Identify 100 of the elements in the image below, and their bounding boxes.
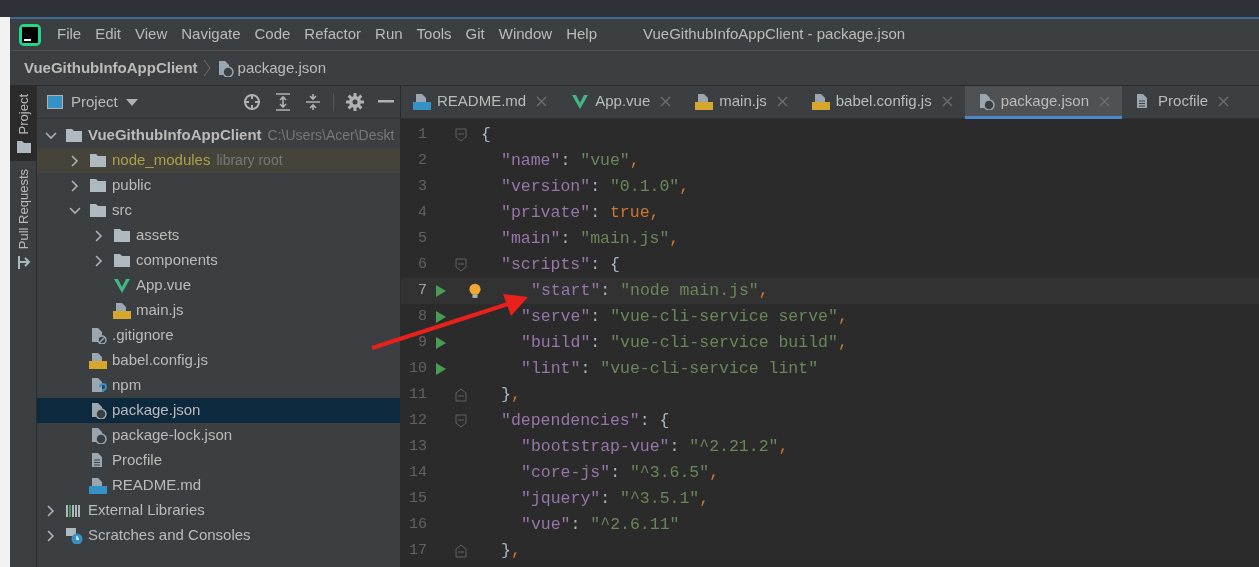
folder-icon bbox=[65, 127, 83, 144]
caret-icon bbox=[125, 98, 138, 106]
menu-item[interactable]: File bbox=[51, 23, 88, 46]
tree-item[interactable]: main.js bbox=[37, 298, 400, 323]
run-icon[interactable] bbox=[436, 311, 446, 323]
tree-item[interactable]: Scratches and Consoles bbox=[37, 523, 400, 548]
window-title: VueGithubInfoAppClient - package.json bbox=[643, 24, 906, 45]
menu-item[interactable]: Help bbox=[560, 23, 603, 46]
run-icon[interactable] bbox=[436, 285, 446, 297]
tree-item[interactable]: npm bbox=[37, 373, 400, 398]
folder-icon bbox=[89, 152, 107, 169]
editor-tab[interactable]: babel.config.js bbox=[799, 86, 965, 119]
tool-window-tab[interactable]: Project bbox=[10, 86, 37, 162]
scratches-icon bbox=[65, 527, 83, 544]
json-file-icon bbox=[89, 427, 107, 444]
tree-item[interactable]: public bbox=[37, 173, 400, 198]
code-line: "main": "main.js", bbox=[500, 227, 680, 250]
js-file-icon bbox=[695, 92, 714, 110]
chevron-right-icon[interactable] bbox=[69, 154, 81, 167]
vue-logo-icon bbox=[571, 92, 590, 110]
project-view-dropdown[interactable]: Project bbox=[71, 90, 138, 114]
folder-icon bbox=[89, 177, 107, 194]
tree-item[interactable]: src bbox=[37, 198, 400, 223]
chevron-down-icon[interactable] bbox=[69, 204, 81, 217]
menu-item[interactable]: Window bbox=[492, 23, 559, 46]
folder-icon bbox=[16, 140, 31, 154]
line-number: 3 bbox=[417, 176, 427, 197]
chevron-right-icon[interactable] bbox=[69, 179, 81, 192]
chevron-right-icon[interactable] bbox=[45, 529, 57, 542]
line-number: 14 bbox=[408, 462, 427, 483]
tree-item[interactable]: App.vue bbox=[37, 273, 400, 298]
tree-item[interactable]: components bbox=[37, 248, 400, 273]
code-line: "scripts": { bbox=[500, 253, 620, 276]
fold-marker-icon[interactable] bbox=[455, 544, 467, 558]
code-line: "build": "vue-cli-service build", bbox=[520, 331, 848, 354]
breadcrumb-item[interactable]: VueGithubInfoAppClient bbox=[24, 56, 198, 80]
tree-item[interactable]: assets bbox=[37, 223, 400, 248]
breadcrumb-item[interactable]: package.json bbox=[237, 56, 326, 80]
run-icon[interactable] bbox=[436, 337, 446, 349]
tree-item[interactable]: .gitignore bbox=[37, 323, 400, 348]
ignored-file-icon bbox=[89, 327, 107, 344]
menu-item[interactable]: Run bbox=[369, 23, 409, 46]
chevron-right-icon[interactable] bbox=[93, 229, 105, 242]
minimize-icon[interactable] bbox=[378, 100, 394, 104]
tree-item[interactable]: package.json bbox=[37, 398, 400, 423]
tree-item[interactable]: Procfile bbox=[37, 448, 400, 473]
line-number: 1 bbox=[417, 124, 427, 145]
editor-tab[interactable]: main.js bbox=[683, 86, 800, 119]
collapse-all-icon[interactable] bbox=[305, 93, 321, 111]
run-icon[interactable] bbox=[436, 363, 446, 375]
js-file-icon bbox=[113, 302, 131, 319]
tree-item[interactable]: README.md bbox=[37, 473, 400, 498]
menu-item[interactable]: Navigate bbox=[175, 23, 247, 46]
lightbulb-icon[interactable] bbox=[469, 282, 481, 300]
chevron-down-icon[interactable] bbox=[45, 129, 57, 142]
editor-tab[interactable]: package.json bbox=[964, 86, 1123, 119]
tree-item[interactable]: External Libraries bbox=[37, 498, 400, 523]
editor-tab[interactable]: Procfile bbox=[1122, 86, 1242, 119]
expand-all-icon[interactable] bbox=[275, 93, 291, 111]
panel-icon bbox=[47, 95, 63, 109]
js-file-icon bbox=[89, 352, 107, 369]
code-line: }, bbox=[500, 539, 521, 562]
menu-item[interactable]: View bbox=[129, 23, 174, 46]
fold-marker-icon[interactable] bbox=[455, 258, 467, 272]
line-number: 16 bbox=[408, 514, 427, 535]
tool-window-tab[interactable]: Pull Requests bbox=[10, 161, 37, 277]
code-line: "dependencies": { bbox=[500, 409, 670, 432]
code-line: "vue": "^2.6.11" bbox=[520, 513, 680, 536]
line-number: 2 bbox=[417, 150, 427, 171]
folder-icon bbox=[113, 252, 131, 269]
chevron-right-icon[interactable] bbox=[93, 254, 105, 267]
fold-marker-icon[interactable] bbox=[455, 388, 467, 402]
locate-icon[interactable] bbox=[243, 93, 261, 111]
menu-item[interactable]: Refactor bbox=[298, 23, 368, 46]
line-number: 5 bbox=[417, 228, 427, 249]
menu-item[interactable]: Code bbox=[248, 23, 297, 46]
tree-item-hint: library root bbox=[216, 151, 283, 170]
code-line: "version": "0.1.0", bbox=[500, 175, 690, 198]
tree-item[interactable]: node_modules library root bbox=[37, 148, 400, 173]
pull-request-icon bbox=[16, 255, 31, 269]
menu-item[interactable]: Tools bbox=[410, 23, 458, 46]
chevron-right-icon[interactable] bbox=[45, 504, 57, 517]
tree-item[interactable]: babel.config.js bbox=[37, 348, 400, 373]
line-number: 9 bbox=[417, 332, 427, 353]
fold-marker-icon[interactable] bbox=[455, 414, 467, 428]
line-number: 12 bbox=[408, 410, 427, 431]
tree-item[interactable]: package-lock.json bbox=[37, 423, 400, 448]
folder-icon bbox=[113, 227, 131, 244]
unknown-file-icon bbox=[89, 377, 107, 394]
editor-tab[interactable]: App.vue bbox=[559, 86, 684, 119]
code-line: "name": "vue", bbox=[500, 149, 640, 172]
menu-item[interactable]: Edit bbox=[89, 23, 128, 46]
tree-item[interactable]: VueGithubInfoAppClient C:\Users\Acer\Deskt bbox=[37, 123, 400, 148]
menu-item[interactable]: Git bbox=[459, 23, 491, 46]
fold-marker-icon[interactable] bbox=[455, 128, 467, 142]
md-file-icon bbox=[413, 92, 431, 110]
line-number: 10 bbox=[408, 358, 427, 379]
settings-icon[interactable] bbox=[346, 93, 364, 111]
editor-tab[interactable]: README.md bbox=[401, 86, 560, 119]
tree-item-hint: C:\Users\Acer\Deskt bbox=[267, 126, 395, 145]
